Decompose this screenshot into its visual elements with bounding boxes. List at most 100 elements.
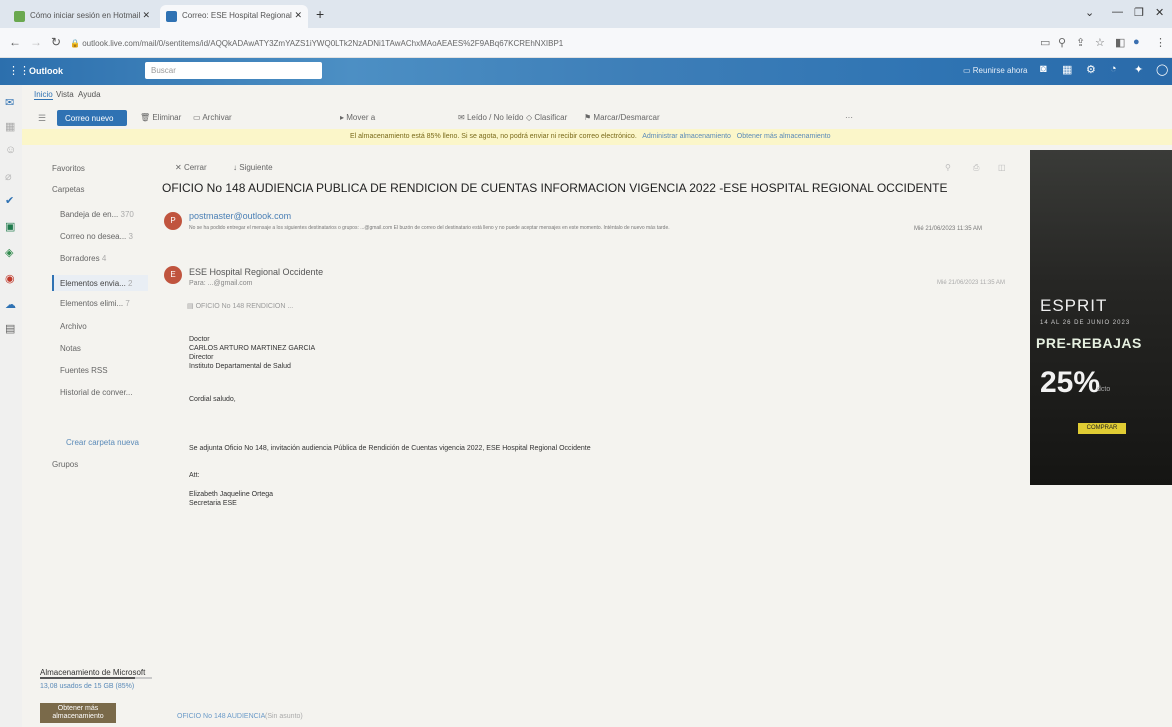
url-field[interactable]: 🔒 outlook.live.com/mail/0/sentitems/id/A… xyxy=(70,36,990,52)
groups-header[interactable]: Grupos xyxy=(52,460,78,469)
search-input[interactable]: Buscar xyxy=(145,62,322,79)
sidebar-icon[interactable]: ◧ xyxy=(1115,36,1125,49)
next-button[interactable]: ↓ Siguiente xyxy=(233,163,273,172)
ndr-sender[interactable]: postmaster@outlook.com xyxy=(189,211,291,221)
onedrive-icon[interactable]: ☁ xyxy=(5,298,16,311)
zoom-icon[interactable]: ⚲ xyxy=(945,163,951,172)
folder-notes[interactable]: Notas xyxy=(60,344,81,353)
categorize-button[interactable]: ◇ Clasificar xyxy=(526,113,567,122)
tab-view[interactable]: Vista xyxy=(56,90,74,99)
ad-shop-button[interactable]: COMPRAR xyxy=(1078,423,1126,434)
teams-app-icon[interactable]: ◈ xyxy=(5,246,13,259)
new-mail-button[interactable]: Correo nuevo xyxy=(57,110,127,126)
delete-button[interactable]: 🗑 Eliminar xyxy=(140,113,181,122)
more-apps-icon[interactable]: ▤ xyxy=(5,322,15,335)
settings-icon[interactable]: ⚙ xyxy=(1086,63,1096,76)
folder-count: 7 xyxy=(125,299,130,308)
folder-label: Notas xyxy=(60,344,81,353)
body-line: Director xyxy=(189,354,214,361)
menu-dots-icon[interactable]: ⋮ xyxy=(1155,36,1166,49)
draft-tab[interactable]: OFICIO No 148 AUDIENCIA xyxy=(177,713,265,720)
star-icon[interactable]: ☆ xyxy=(1095,36,1105,49)
popout-icon[interactable]: ◫ xyxy=(998,163,1006,172)
account-icon[interactable]: ◯ xyxy=(1156,63,1168,76)
folder-archive[interactable]: Archivo xyxy=(60,322,87,331)
move-to-button[interactable]: ▸ Mover a xyxy=(340,113,375,122)
attachment-card[interactable]: ▤ OFICIO No 148 RENDICION ... xyxy=(181,298,311,320)
word-icon[interactable]: ▦ xyxy=(1062,63,1072,76)
read-unread-label: Leído / No leído xyxy=(466,113,524,122)
folder-label: Elementos elimi... xyxy=(60,299,124,308)
lock-icon: 🔒 xyxy=(70,39,83,48)
body-line: Secretaria ESE xyxy=(189,500,237,507)
favorites-header[interactable]: Favoritos xyxy=(52,164,85,173)
office-icon[interactable]: ◉ xyxy=(5,272,15,285)
folder-drafts[interactable]: Borradores 4 xyxy=(60,254,106,263)
flag-icon: ⚑ xyxy=(584,113,594,122)
message-date: Mié 21/06/2023 11:35 AM xyxy=(937,280,1005,286)
browser-tab-label: Correo: ESE Hospital Regional xyxy=(182,11,292,20)
read-unread-button[interactable]: ✉ Leído / No leído xyxy=(458,113,523,122)
meet-now-button[interactable]: ▭ Reunirse ahora xyxy=(963,66,1027,75)
app-launcher-icon[interactable]: ⋮⋮ xyxy=(8,64,30,77)
new-folder-link[interactable]: Crear carpeta nueva xyxy=(66,438,139,447)
lightbulb-icon[interactable]: ✦ xyxy=(1134,63,1143,76)
tab-home[interactable]: Inicio xyxy=(34,90,53,100)
teams-icon[interactable]: ◙ xyxy=(1040,63,1047,75)
chevron-down-icon[interactable]: ⌄ xyxy=(1085,6,1094,19)
cast-icon[interactable]: ▭ xyxy=(1040,36,1050,49)
archive-button[interactable]: ▭ Archivar xyxy=(193,113,232,122)
back-icon[interactable]: ← xyxy=(9,35,21,49)
hamburger-icon[interactable]: ☰ xyxy=(38,113,46,124)
people-icon[interactable]: ☺ xyxy=(5,144,16,156)
folder-junk[interactable]: Correo no desea... 3 xyxy=(60,232,133,241)
browser-tab-1[interactable]: Cómo iniciar sesión en Hotmail ✕ xyxy=(8,5,156,28)
print-icon[interactable]: ⎙ xyxy=(973,163,979,173)
new-tab-button[interactable]: + xyxy=(316,6,324,22)
excel-icon[interactable]: ▣ xyxy=(5,220,15,233)
minimize-icon[interactable]: — xyxy=(1112,6,1123,18)
share-icon[interactable]: ⇪ xyxy=(1076,36,1085,49)
storage-used-link[interactable]: 13,08 usados de 15 GB (85%) xyxy=(40,683,134,690)
attach-icon[interactable]: ⌀ xyxy=(5,170,12,183)
folder-inbox[interactable]: Bandeja de en... 370 xyxy=(60,210,134,219)
manage-storage-link[interactable]: Administrar almacenamiento xyxy=(642,133,731,140)
ad-banner[interactable] xyxy=(1030,150,1172,485)
todo-icon[interactable]: ✔ xyxy=(5,194,14,207)
forward-icon[interactable]: → xyxy=(30,35,42,49)
message-recipient: Para: ...@gmail.com xyxy=(189,280,253,287)
profile-icon[interactable]: ● xyxy=(1133,36,1140,48)
folder-sent[interactable]: Elementos envia... 2 xyxy=(52,275,148,291)
message-sender[interactable]: ESE Hospital Regional Occidente xyxy=(189,267,323,277)
ad-percent: 25% xyxy=(1040,366,1101,399)
close-icon[interactable]: ✕ xyxy=(142,10,150,21)
browser-tab-label: Cómo iniciar sesión en Hotmail xyxy=(30,11,141,20)
restore-icon[interactable]: ❐ xyxy=(1134,6,1144,19)
folders-header[interactable]: Carpetas xyxy=(52,185,84,194)
body-line: Elizabeth Jaqueline Ortega xyxy=(189,491,274,498)
bell-icon[interactable]: ◔ xyxy=(1110,63,1117,75)
get-more-storage-button[interactable]: Obtener más almacenamiento xyxy=(40,703,116,723)
outlook-brand[interactable]: Outlook xyxy=(29,66,63,76)
folder-label: Borradores xyxy=(60,254,100,263)
ad-date: 14 AL 26 DE JUNIO 2023 xyxy=(1040,320,1131,326)
browser-tab-2[interactable]: Correo: ESE Hospital Regional ✕ xyxy=(160,5,308,28)
folder-conversation-history[interactable]: Historial de conver... xyxy=(60,388,132,397)
close-reading-button[interactable]: ✕ Cerrar xyxy=(175,163,207,172)
window-close-icon[interactable]: ✕ xyxy=(1155,6,1164,19)
close-icon[interactable]: ✕ xyxy=(294,10,302,21)
tab-help[interactable]: Ayuda xyxy=(78,90,101,99)
folder-count: 370 xyxy=(120,210,134,219)
meet-now-label: Reunirse ahora xyxy=(972,66,1028,75)
calendar-icon[interactable]: ▦ xyxy=(5,120,15,133)
zoom-icon[interactable]: ⚲ xyxy=(1058,36,1066,49)
reload-icon[interactable]: ↻ xyxy=(51,35,61,49)
mail-icon[interactable]: ✉ xyxy=(5,96,14,109)
draft-tab-label[interactable]: (Sin asunto) xyxy=(265,713,303,720)
ndr-preview[interactable]: No se ha podido entregar el mensaje a lo… xyxy=(189,225,909,231)
more-options-icon[interactable]: ··· xyxy=(845,113,853,122)
folder-rss[interactable]: Fuentes RSS xyxy=(60,366,108,375)
get-more-storage-link[interactable]: Obtener más almacenamiento xyxy=(737,133,831,140)
flag-button[interactable]: ⚑ Marcar/Desmarcar xyxy=(584,113,660,122)
folder-deleted[interactable]: Elementos elimi... 7 xyxy=(60,299,130,308)
